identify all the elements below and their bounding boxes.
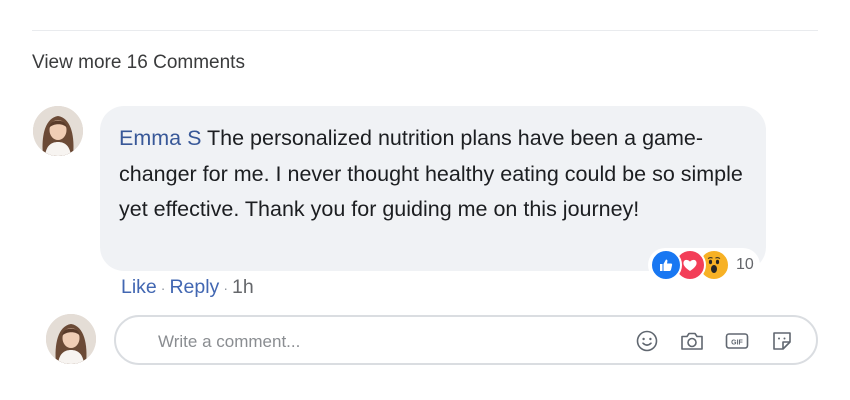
comment-timestamp[interactable]: 1h: [232, 276, 254, 299]
section-divider: [32, 30, 818, 31]
reaction-count: 10: [736, 256, 754, 273]
reaction-summary[interactable]: 10: [648, 248, 760, 282]
gif-icon[interactable]: GIF: [724, 328, 750, 354]
comment-bubble: Emma S The personalized nutrition plans …: [100, 106, 766, 271]
reply-button[interactable]: Reply: [169, 276, 219, 299]
avatar[interactable]: [33, 106, 83, 156]
like-icon: [650, 249, 682, 281]
sticker-icon[interactable]: [769, 328, 795, 354]
comment-text: The personalized nutrition plans have be…: [119, 126, 743, 221]
comment-input[interactable]: [156, 327, 620, 357]
comment-composer: GIF: [114, 315, 818, 365]
view-more-comments-link[interactable]: View more 16 Comments: [32, 52, 245, 74]
like-button[interactable]: Like: [121, 276, 157, 299]
action-separator: ·: [223, 280, 228, 296]
action-separator: ·: [160, 280, 166, 296]
comment-body: Emma S The personalized nutrition plans …: [119, 121, 744, 228]
avatar: [46, 314, 96, 364]
emoji-icon[interactable]: [634, 328, 660, 354]
comment-author-link[interactable]: Emma S: [119, 126, 201, 150]
camera-icon[interactable]: [679, 328, 705, 354]
comment-actions: Like · Reply · 1h: [121, 276, 254, 299]
svg-text:GIF: GIF: [731, 339, 743, 346]
